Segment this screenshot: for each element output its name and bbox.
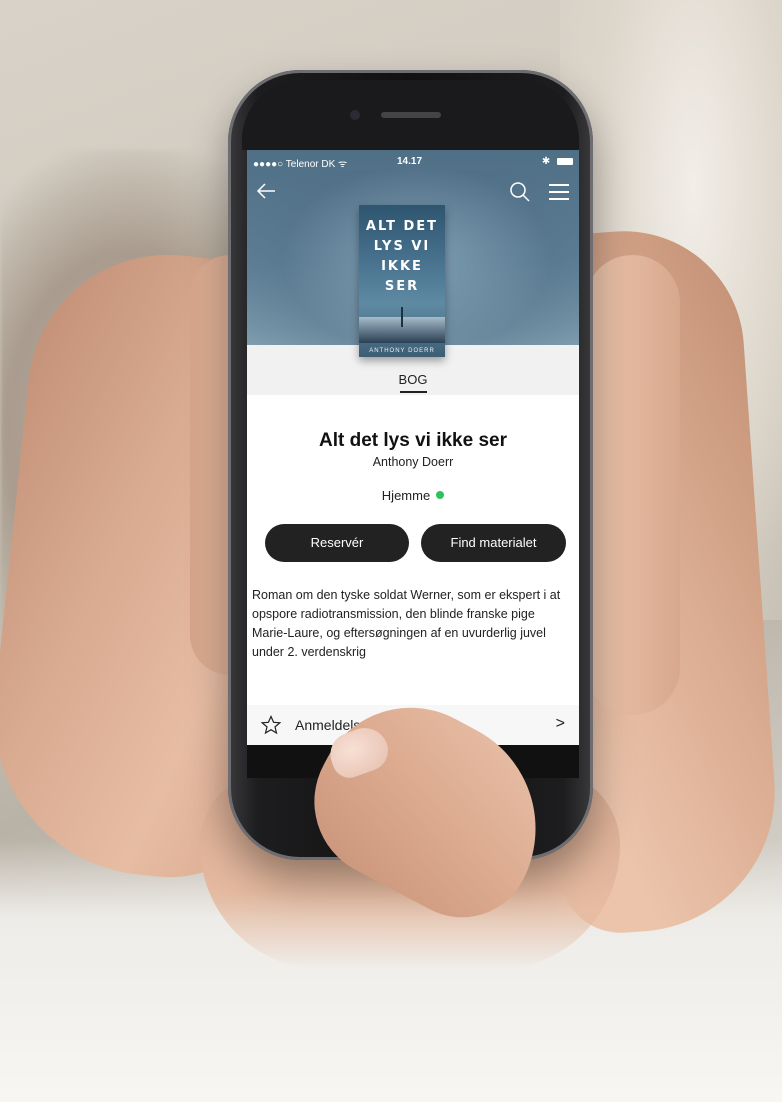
back-arrow-icon[interactable] xyxy=(255,180,277,206)
book-author[interactable]: Anthony Doerr xyxy=(247,455,579,469)
bluetooth-icon: ✱ xyxy=(541,156,551,167)
book-description: Roman om den tyske soldat Werner, som er… xyxy=(252,588,561,659)
hamburger-menu-icon[interactable] xyxy=(549,184,569,200)
arrow-left-icon xyxy=(256,183,275,199)
chevron-right-icon: > xyxy=(555,715,565,732)
status-right: ✱ xyxy=(542,156,573,167)
clock: 14.17 xyxy=(397,156,423,167)
cover-title-line: SER xyxy=(384,279,420,294)
battery-icon xyxy=(557,157,573,165)
availability-label: Hjemme xyxy=(381,488,431,503)
status-bar: ●●●●○ Telenor DK ᯤ 14.17 ✱ xyxy=(247,154,579,170)
tab-bog[interactable]: BOG xyxy=(247,372,579,387)
search-icon-svg xyxy=(510,182,530,202)
book-cover[interactable]: ALT DET LYS VI IKKE SER ANTHONY DOERR xyxy=(359,205,445,357)
tab-underline xyxy=(400,391,427,393)
cover-title-line: LYS VI xyxy=(373,239,431,254)
app-screen: ●●●●○ Telenor DK ᯤ 14.17 ✱ ALT DET LYS V… xyxy=(247,150,579,778)
cover-spire xyxy=(401,307,403,327)
find-material-button[interactable]: Find materialet xyxy=(421,524,566,562)
cover-author: ANTHONY DOERR xyxy=(369,348,435,354)
reserve-button[interactable]: Reservér xyxy=(265,524,409,562)
carrier-label: ●●●●○ Telenor DK ᯤ xyxy=(253,159,348,170)
search-icon[interactable] xyxy=(509,181,531,203)
right-fingers xyxy=(585,255,680,715)
star-icon-svg xyxy=(260,715,282,735)
earpiece xyxy=(381,112,441,118)
cover-title: ALT DET LYS VI IKKE SER xyxy=(359,217,445,297)
cover-title-line: ALT DET xyxy=(365,219,439,234)
star-outline-icon xyxy=(260,715,282,735)
cover-title-line: IKKE xyxy=(381,259,423,274)
availability: Hjemme xyxy=(247,488,579,503)
book-title: Alt det lys vi ikke ser xyxy=(319,430,507,451)
availability-dot-icon xyxy=(436,491,445,499)
front-camera xyxy=(350,110,360,120)
